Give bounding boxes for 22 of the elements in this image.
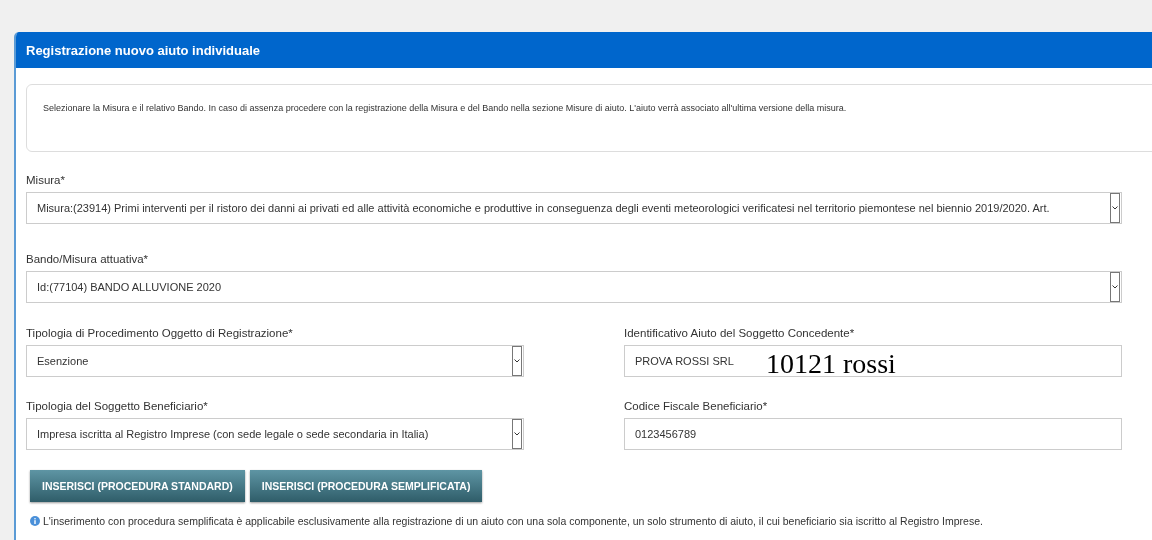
dropdown-caret-icon xyxy=(512,346,522,376)
field-label: Identificativo Aiuto del Soggetto Concedente* xyxy=(624,327,856,339)
field-label: Bando/Misura attuativa* xyxy=(26,253,150,265)
select-field[interactable]: Impresa iscritta al Registro Imprese (con sede legale o sede secondaria in Italia) xyxy=(26,418,524,450)
field-label: Codice Fiscale Beneficiario* xyxy=(624,400,769,412)
field-label: Tipologia di Procedimento Oggetto di Registrazione* xyxy=(26,327,294,339)
panel-title: Registrazione nuovo aiuto individuale xyxy=(16,32,1152,68)
dropdown-caret-icon xyxy=(1110,193,1120,223)
insert-button[interactable]: INSERISCI (PROCEDURA SEMPLIFICATA) xyxy=(249,470,483,502)
overlay-text: 10121 rossi xyxy=(766,350,896,378)
field-label: Tipologia del Soggetto Beneficiario* xyxy=(26,400,209,412)
field-label: Misura* xyxy=(26,174,66,186)
select-field[interactable]: Misura:(23914) Primi interventi per il ristoro dei danni ai privati ed alle attività economiche e produttive in conseguenza degli eventi meteorologici verificatesi nel territorio piemontese nel biennio 2019/2020. Art. xyxy=(26,192,1122,224)
dropdown-caret-icon xyxy=(1110,272,1120,302)
select-field[interactable]: Id:(77104) BANDO ALLUVIONE 2020 xyxy=(26,271,1122,303)
info-note: L'inserimento con procedura semplificata è applicabile esclusivamente alla registrazione di un aiuto con una sola componente, un solo strumento di aiuto, il cui beneficiario sia iscritto al Registro Imprese. xyxy=(43,515,983,527)
dropdown-caret-icon xyxy=(512,419,522,449)
notice-text: Selezionare la Misura e il relativo Bando. In caso di assenza procedere con la registrazione della Misura e del Bando nella sezione Misure di aiuto. L'aiuto verrà associato all'ultima versione della misura. xyxy=(26,84,1152,152)
select-field[interactable]: Esenzione xyxy=(26,345,524,377)
input-field[interactable]: 0123456789 xyxy=(624,418,1122,450)
info-icon xyxy=(30,516,40,526)
insert-button[interactable]: INSERISCI (PROCEDURA STANDARD) xyxy=(30,470,245,502)
